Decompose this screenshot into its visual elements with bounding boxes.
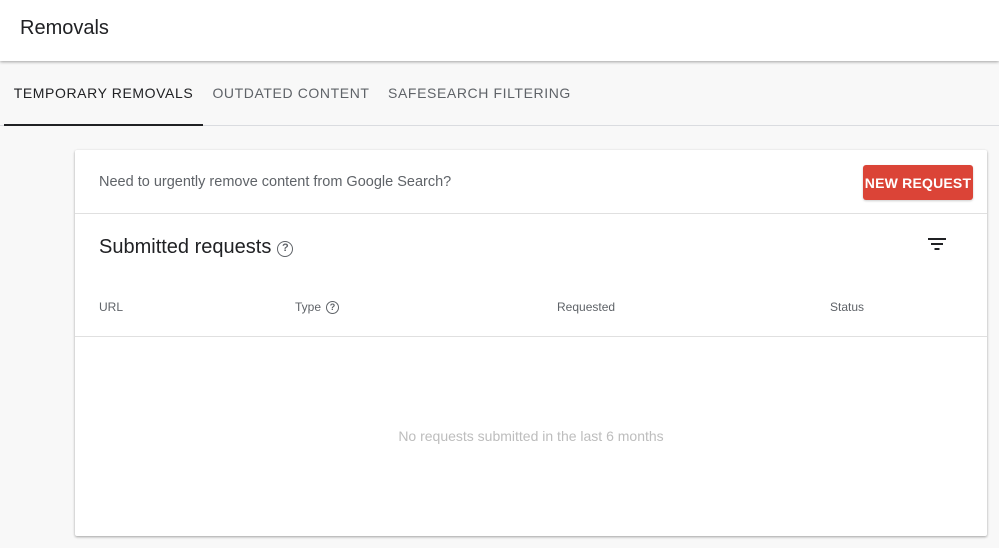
- column-header-status[interactable]: Status: [830, 300, 864, 314]
- column-label: URL: [99, 300, 124, 314]
- urgent-removal-prompt: Need to urgently remove content from Goo…: [99, 174, 452, 190]
- tab-label: TEMPORARY REMOVALS: [13, 85, 194, 101]
- column-label: Requested: [557, 300, 616, 314]
- page-title: Removals: [20, 17, 109, 39]
- filter-icon[interactable]: [927, 236, 947, 252]
- empty-state-message: No requests submitted in the last 6 mont…: [398, 428, 664, 444]
- tab-bar: TEMPORARY REMOVALS OUTDATED CONTENT SAFE…: [0, 61, 999, 126]
- table-divider: [75, 336, 987, 337]
- tab-label: OUTDATED CONTENT: [212, 85, 370, 101]
- card-header: Need to urgently remove content from Goo…: [75, 150, 987, 214]
- removals-card: Need to urgently remove content from Goo…: [75, 150, 987, 536]
- help-icon[interactable]: ?: [277, 241, 294, 257]
- top-app-bar: Removals: [0, 0, 999, 61]
- tab-temporary-removals[interactable]: TEMPORARY REMOVALS: [4, 61, 203, 126]
- tab-outdated-content[interactable]: OUTDATED CONTENT: [203, 61, 379, 125]
- column-header-type[interactable]: Type ?: [295, 300, 340, 314]
- section-title-text: Submitted requests: [99, 236, 272, 258]
- column-label: Status: [830, 300, 865, 314]
- type-help-icon[interactable]: ?: [326, 300, 340, 314]
- column-label: Type: [295, 300, 322, 314]
- tab-label: SAFESEARCH FILTERING: [388, 85, 571, 101]
- submitted-requests-heading: Submitted requests ?: [99, 236, 294, 259]
- column-header-requested[interactable]: Requested: [557, 300, 615, 314]
- new-request-button[interactable]: NEW REQUEST: [863, 165, 973, 200]
- column-header-url[interactable]: URL: [99, 300, 123, 314]
- tab-safesearch-filtering[interactable]: SAFESEARCH FILTERING: [379, 61, 580, 125]
